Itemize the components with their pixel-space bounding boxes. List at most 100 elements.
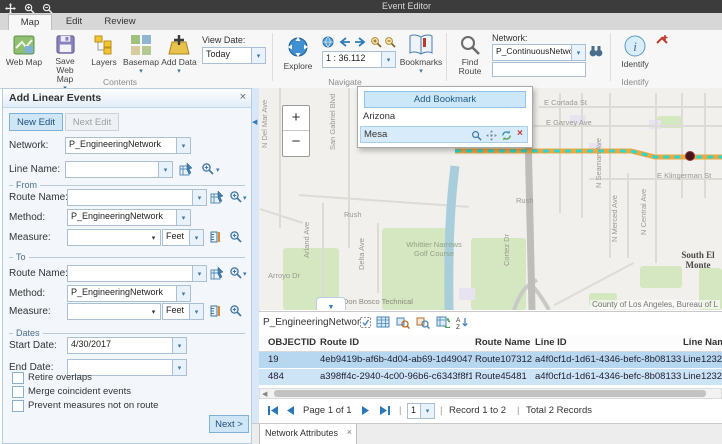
- find-route-input[interactable]: [492, 62, 586, 77]
- table-row[interactable]: 19 4eb9419b-af6b-4d04-ab69-1d490476802b …: [259, 352, 722, 368]
- from-route-name-select[interactable]: ▾: [67, 189, 207, 206]
- caret-icon[interactable]: ▾: [189, 304, 203, 319]
- layers-button[interactable]: Layers: [87, 34, 121, 67]
- to-route-zoom-icon[interactable]: [229, 266, 242, 279]
- choose-line-on-map-icon[interactable]: [179, 162, 193, 176]
- collapse-left-icon[interactable]: ◀: [252, 118, 257, 126]
- from-route-zoom-icon[interactable]: [229, 190, 242, 203]
- panel-network-select[interactable]: P_EngineeringNetwork ▾: [65, 137, 191, 154]
- new-edit-button[interactable]: New Edit: [9, 113, 63, 131]
- to-method-select[interactable]: P_EngineeringNetwork ▾: [67, 285, 191, 302]
- prevent-measures-checkbox[interactable]: [12, 400, 24, 412]
- panel-close-icon[interactable]: ×: [240, 91, 246, 103]
- bookmark-zoom-icon[interactable]: [471, 130, 482, 141]
- from-measure-on-map-icon[interactable]: [210, 230, 223, 243]
- next-page-icon[interactable]: [361, 405, 371, 416]
- select-records-icon[interactable]: [359, 316, 372, 329]
- from-choose-route-on-map-icon[interactable]: [210, 190, 224, 204]
- start-date-picker[interactable]: 4/30/2017 ▾: [67, 337, 187, 354]
- pan-to-selection-icon[interactable]: [416, 316, 430, 329]
- ribbon-zoom-out-icon[interactable]: [384, 36, 396, 48]
- add-bookmark-button[interactable]: Add Bookmark: [364, 91, 526, 108]
- caret-icon[interactable]: ▾: [176, 138, 190, 153]
- caret-icon[interactable]: ▾: [420, 404, 434, 418]
- to-measure-on-map-icon[interactable]: [210, 304, 223, 317]
- next-extent-icon[interactable]: [354, 36, 367, 48]
- previous-extent-icon[interactable]: [338, 36, 351, 48]
- caret-icon[interactable]: ▾: [172, 360, 186, 375]
- caret-icon[interactable]: ▾: [158, 162, 172, 177]
- line-name-select[interactable]: ▾: [65, 161, 173, 178]
- tab-edit[interactable]: Edit: [56, 14, 92, 29]
- from-measure-combo[interactable]: ▾: [67, 229, 161, 246]
- caret-icon[interactable]: ▾: [172, 338, 186, 353]
- horizontal-scrollbar[interactable]: ◀: [259, 388, 722, 399]
- to-measure-combo[interactable]: ▾: [67, 303, 161, 320]
- caret-icon[interactable]: ▾: [147, 304, 160, 319]
- retire-overlaps-checkbox[interactable]: [12, 372, 24, 384]
- from-unit-select[interactable]: Feet ▾: [162, 229, 204, 246]
- column-header[interactable]: Route ID: [320, 337, 359, 348]
- line-zoom-caret-icon[interactable]: ▾: [216, 166, 220, 174]
- basemap-button[interactable]: Basemap ▾: [122, 34, 160, 76]
- add-data-button[interactable]: Add Data ▾: [160, 34, 198, 76]
- table-collapse-tab[interactable]: ▼: [316, 297, 346, 310]
- map-scale-select[interactable]: 1 : 36.112 ▾: [322, 51, 396, 68]
- to-measure-zoom-icon[interactable]: [229, 304, 242, 317]
- prev-page-icon[interactable]: [285, 405, 295, 416]
- caret-icon[interactable]: ▾: [192, 266, 206, 281]
- caret-icon[interactable]: ▾: [189, 230, 203, 245]
- bookmark-refresh-icon[interactable]: [501, 130, 512, 141]
- next-button[interactable]: Next >: [209, 415, 249, 433]
- tab-map[interactable]: Map: [8, 14, 52, 30]
- bookmarks-button[interactable]: Bookmarks ▾: [400, 34, 442, 76]
- merge-coincident-checkbox[interactable]: [12, 386, 24, 398]
- to-choose-route-on-map-icon[interactable]: [210, 266, 224, 280]
- page-select[interactable]: 1 ▾: [407, 403, 435, 419]
- map-zoom-in-button[interactable]: +: [283, 106, 309, 131]
- scroll-left-icon[interactable]: ◀: [262, 390, 267, 398]
- from-measure-zoom-icon[interactable]: [229, 230, 242, 243]
- caret-icon[interactable]: ▾: [176, 210, 190, 225]
- last-page-icon[interactable]: [379, 405, 391, 416]
- identify-route-icon[interactable]: [656, 34, 669, 47]
- network-attributes-tab[interactable]: Network Attributes ×: [259, 424, 357, 444]
- bookmarks-caret-icon[interactable]: ▾: [419, 67, 423, 76]
- view-date-select[interactable]: Today ▾: [202, 47, 266, 64]
- web-map-button[interactable]: Web Map: [4, 34, 44, 67]
- to-unit-select[interactable]: Feet ▾: [162, 303, 204, 320]
- bookmark-item-mesa[interactable]: Mesa ×: [360, 126, 528, 143]
- identify-button[interactable]: i Identify: [616, 34, 654, 69]
- table-row[interactable]: 484 a398ff4c-2940-4c00-96b6-c6343f8f1711…: [259, 369, 722, 385]
- column-header[interactable]: Line ID: [535, 337, 567, 348]
- column-header[interactable]: Route Name: [475, 337, 530, 348]
- find-route-button[interactable]: Find Route: [452, 34, 488, 76]
- bookmark-pan-icon[interactable]: [486, 130, 497, 141]
- binoculars-icon[interactable]: [589, 45, 603, 57]
- zoom-to-selection-icon[interactable]: [396, 316, 410, 329]
- column-header[interactable]: Line Name: [683, 337, 722, 348]
- network-select[interactable]: P_ContinuousNetwork ▾: [492, 44, 586, 61]
- bookmark-delete-icon[interactable]: ×: [517, 128, 523, 139]
- to-route-zoom-caret-icon[interactable]: ▾: [243, 270, 247, 278]
- basemap-dropdown-caret-icon[interactable]: ▾: [139, 67, 143, 76]
- line-zoom-icon[interactable]: [201, 162, 214, 175]
- refresh-table-icon[interactable]: [436, 316, 450, 328]
- tab-close-icon[interactable]: ×: [347, 427, 352, 437]
- caret-icon[interactable]: ▾: [176, 286, 190, 301]
- ribbon-zoom-in-icon[interactable]: [370, 36, 382, 48]
- bookmark-item-arizona[interactable]: Arizona: [360, 110, 531, 124]
- sort-icon[interactable]: AZ: [456, 316, 469, 329]
- next-edit-button[interactable]: Next Edit: [65, 113, 119, 131]
- caret-icon[interactable]: ▾: [192, 190, 206, 205]
- column-header[interactable]: OBJECTID: [268, 337, 316, 348]
- add-data-dropdown-caret-icon[interactable]: ▾: [177, 67, 181, 76]
- from-route-zoom-caret-icon[interactable]: ▾: [243, 194, 247, 202]
- to-route-name-select[interactable]: ▾: [67, 265, 207, 282]
- scrollbar-thumb[interactable]: [274, 390, 706, 397]
- first-page-icon[interactable]: [267, 405, 279, 416]
- full-extent-icon[interactable]: [322, 36, 334, 48]
- network-caret-icon[interactable]: ▾: [571, 45, 585, 60]
- map-zoom-out-button[interactable]: −: [283, 131, 309, 155]
- caret-icon[interactable]: ▾: [147, 230, 160, 245]
